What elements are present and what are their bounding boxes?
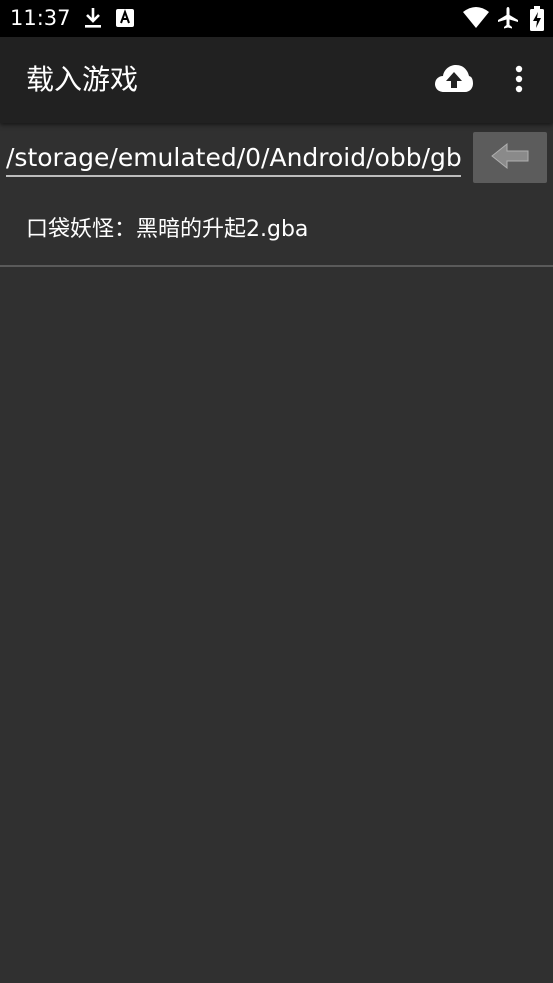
status-time: 11:37 xyxy=(10,6,71,30)
arrow-left-icon xyxy=(490,142,530,174)
app-notification-icon xyxy=(115,6,135,34)
page-title: 载入游戏 xyxy=(26,63,139,96)
more-vert-icon xyxy=(515,65,523,97)
app-bar: 载入游戏 xyxy=(0,37,553,123)
path-input[interactable] xyxy=(6,139,461,177)
file-name: 口袋妖怪：黑暗的升起2.gba xyxy=(26,217,309,242)
path-bar xyxy=(0,123,553,197)
back-button[interactable] xyxy=(473,132,547,183)
list-item[interactable]: 口袋妖怪：黑暗的升起2.gba xyxy=(0,197,553,267)
wifi-icon xyxy=(462,6,490,34)
file-list: 口袋妖怪：黑暗的升起2.gba xyxy=(0,197,553,267)
cloud-upload-button[interactable] xyxy=(430,57,478,105)
download-icon xyxy=(82,6,104,34)
cloud-upload-icon xyxy=(434,64,474,98)
battery-icon xyxy=(529,6,545,36)
status-bar: 11:37 xyxy=(0,0,553,37)
more-options-button[interactable] xyxy=(500,57,538,105)
airplane-mode-icon xyxy=(496,6,520,34)
